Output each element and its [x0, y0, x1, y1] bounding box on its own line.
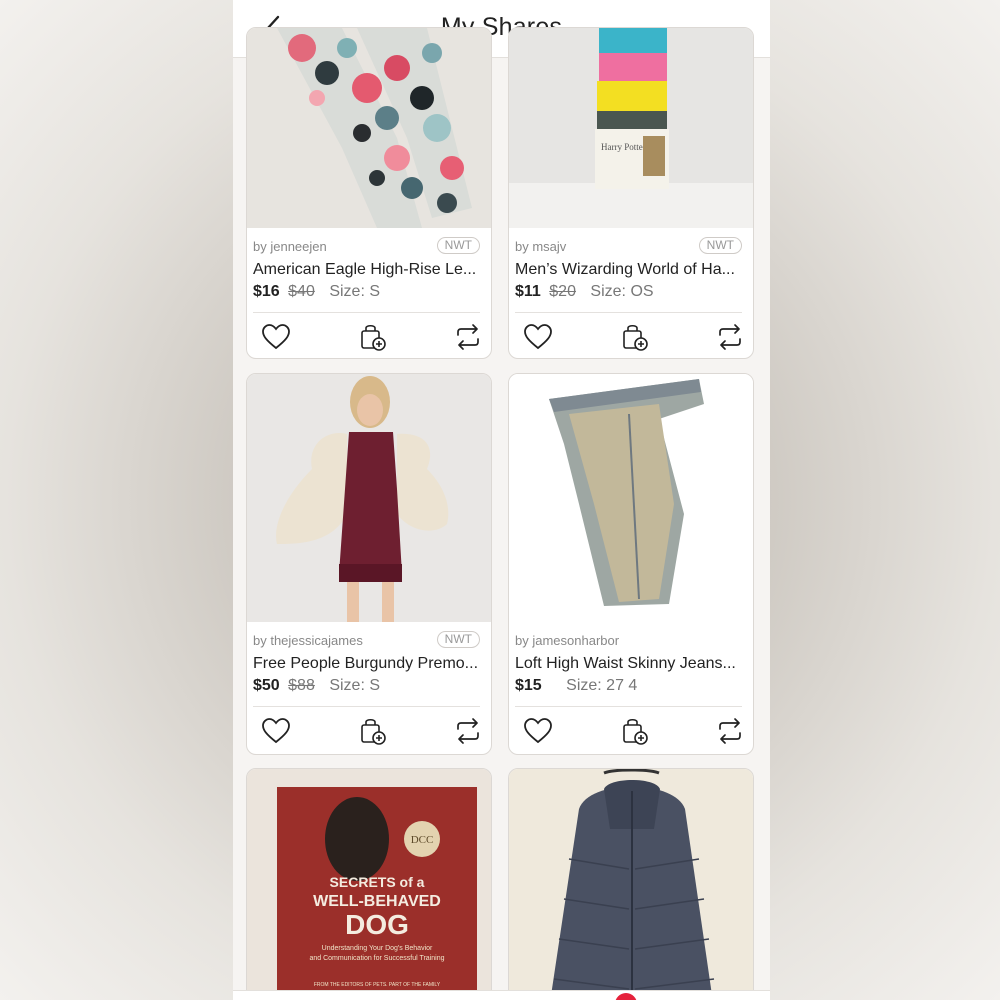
- share-button[interactable]: [453, 716, 483, 746]
- book-subtitle2: and Communication for Successful Trainin…: [309, 955, 444, 962]
- nwt-badge: NWT: [436, 237, 480, 254]
- listing-card[interactable]: by thejessicajames NWT Free People Burgu…: [246, 373, 492, 755]
- like-button[interactable]: [261, 322, 291, 352]
- listing-info: by thejessicajames NWT Free People Burgu…: [247, 622, 491, 753]
- listing-price: $50: [253, 677, 280, 694]
- sock-pack-label: Harry Potter: [601, 142, 646, 152]
- price-row: $15 Size: 27 4: [515, 677, 637, 695]
- nwt-badge: NWT: [436, 631, 480, 648]
- listing-photo-dog-book[interactable]: DCC SECRETS of a WELL-BEHAVED DOG Unders…: [247, 769, 491, 1000]
- add-to-bundle-button[interactable]: [358, 322, 388, 352]
- listing-price: $15: [515, 677, 542, 694]
- listing-info: by jenneejen NWT American Eagle High-Ris…: [247, 228, 491, 358]
- listing-price: $16: [253, 283, 280, 300]
- seller-username[interactable]: by msajv: [515, 239, 566, 254]
- listing-info: by jamesonharbor Loft High Waist Skinny …: [509, 622, 753, 753]
- book-subtitle1: Understanding Your Dog's Behavior: [322, 945, 433, 952]
- listing-size: Size: S: [329, 677, 380, 694]
- like-button[interactable]: [523, 716, 553, 746]
- listing-actions: [515, 706, 742, 753]
- listing-size: Size: OS: [590, 283, 654, 300]
- like-button[interactable]: [261, 716, 291, 746]
- book-badge: DCC: [411, 834, 434, 846]
- heart-icon: [262, 324, 290, 350]
- listing-size: Size: S: [329, 283, 380, 300]
- listing-photo-harry-potter-socks-pack[interactable]: Harry Potter: [509, 28, 753, 228]
- listing-title[interactable]: Men’s Wizarding World of Ha...: [515, 261, 747, 279]
- bundle-add-icon: [361, 324, 386, 351]
- original-price: $88: [288, 677, 315, 694]
- share-button[interactable]: [715, 322, 745, 352]
- nwt-badge: NWT: [698, 237, 742, 254]
- listing-card[interactable]: DCC SECRETS of a WELL-BEHAVED DOG Unders…: [246, 768, 492, 1000]
- original-price: $20: [549, 283, 576, 300]
- add-to-bundle-button[interactable]: [620, 716, 650, 746]
- app-screen: My Shares by jenneejen NWT American Eagl…: [233, 0, 770, 1000]
- heart-icon: [262, 718, 290, 744]
- original-price: $40: [288, 283, 315, 300]
- share-button[interactable]: [715, 716, 745, 746]
- book-title-line3: DOG: [345, 909, 409, 940]
- listing-card[interactable]: by jamesonharbor Loft High Waist Skinny …: [508, 373, 754, 755]
- bundle-add-icon: [361, 718, 386, 745]
- share-icon: [719, 324, 741, 350]
- listing-title[interactable]: Free People Burgundy Premo...: [253, 655, 485, 673]
- listing-photo-skinny-jeans[interactable]: [509, 374, 753, 622]
- share-button[interactable]: [453, 322, 483, 352]
- listing-card[interactable]: Harry Potter by msajv NWT Men’s Wizardin…: [508, 27, 754, 359]
- share-icon: [719, 718, 741, 744]
- listing-photo-burgundy-lace-dress[interactable]: [247, 374, 491, 622]
- share-icon: [457, 324, 479, 350]
- listing-size: Size: 27 4: [566, 677, 638, 694]
- book-title-line1: SECRETS of a: [330, 874, 425, 890]
- listing-price: $11: [515, 283, 541, 300]
- seller-username[interactable]: by thejessicajames: [253, 633, 363, 648]
- listing-card[interactable]: by jenneejen NWT American Eagle High-Ris…: [246, 27, 492, 359]
- price-row: $50 $88 Size: S: [253, 677, 380, 695]
- bundle-add-icon: [623, 324, 648, 351]
- bottom-tab-bar: [233, 990, 770, 1000]
- listing-title[interactable]: American Eagle High-Rise Le...: [253, 261, 485, 279]
- seller-username[interactable]: by jamesonharbor: [515, 633, 619, 648]
- add-to-bundle-button[interactable]: [358, 716, 388, 746]
- listing-photo-puffer-jacket[interactable]: [509, 769, 753, 1000]
- price-row: $16 $40 Size: S: [253, 283, 380, 301]
- listing-card[interactable]: [508, 768, 754, 1000]
- listing-actions: [515, 312, 745, 358]
- book-title-line2: WELL-BEHAVED: [313, 893, 441, 910]
- listing-photo-floral-leggings[interactable]: [247, 28, 491, 228]
- listing-actions: [253, 706, 480, 753]
- listing-title[interactable]: Loft High Waist Skinny Jeans...: [515, 655, 747, 673]
- listing-actions: [253, 312, 483, 358]
- listing-info: by msajv NWT Men’s Wizarding World of Ha…: [509, 228, 753, 358]
- add-to-bundle-button[interactable]: [620, 322, 650, 352]
- heart-icon: [524, 718, 552, 744]
- heart-icon: [524, 324, 552, 350]
- share-icon: [457, 718, 479, 744]
- price-row: $11 $20 Size: OS: [515, 283, 654, 301]
- like-button[interactable]: [523, 322, 553, 352]
- bundle-add-icon: [623, 718, 648, 745]
- book-imprint: FROM THE EDITORS OF PETS. PART OF THE FA…: [314, 982, 441, 988]
- seller-username[interactable]: by jenneejen: [253, 239, 327, 254]
